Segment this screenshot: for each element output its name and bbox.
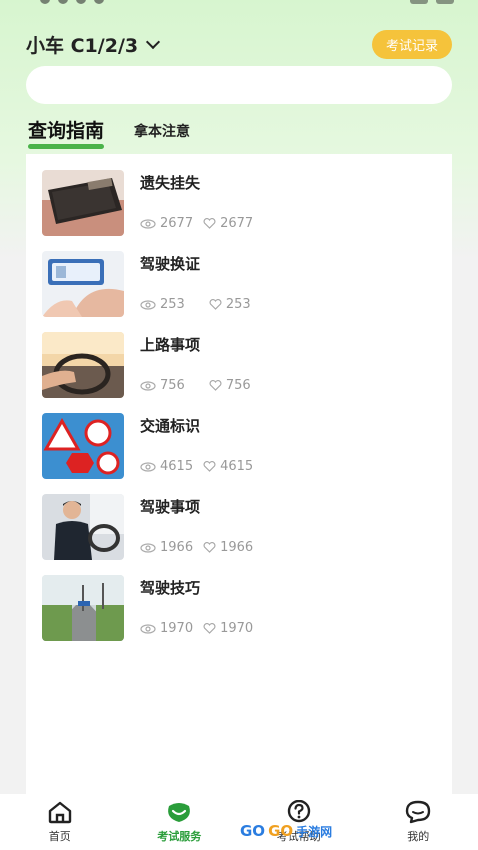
tab-home[interactable]: 首页	[0, 794, 120, 850]
watermark-go: GO	[268, 822, 294, 840]
heart-icon	[203, 461, 216, 472]
traffic-signs-photo	[42, 413, 124, 479]
like-count[interactable]: 756	[209, 378, 251, 393]
heart-icon	[203, 218, 216, 229]
wallet-photo	[42, 170, 124, 236]
smile-icon	[168, 803, 191, 822]
vehicle-selector[interactable]: 小车 C1/2/3	[26, 31, 161, 58]
header: 小车 C1/2/3 考试记录	[26, 28, 452, 60]
like-count-value: 4615	[220, 459, 254, 474]
watermark-logo: GO GO 手游网	[240, 822, 332, 840]
view-count: 756	[140, 378, 185, 393]
chevron-down-icon	[146, 34, 161, 49]
view-count-value: 253	[160, 297, 185, 312]
phone-card-photo	[42, 251, 124, 317]
view-count: 2677	[140, 216, 193, 231]
eye-icon	[140, 623, 156, 634]
status-bar	[0, 0, 478, 14]
tab-label: 首页	[48, 830, 71, 843]
view-count: 1970	[140, 621, 193, 636]
view-count: 4615	[140, 459, 193, 474]
tab-query-guide[interactable]: 查询指南	[28, 116, 105, 149]
list-item[interactable]: 驾驶换证 253 253	[42, 251, 442, 321]
tab-label: 查询指南	[28, 120, 105, 142]
tab-underline	[28, 144, 105, 149]
bottom-tab-bar: 首页 考试服务 考试帮助 我的	[0, 794, 478, 850]
help-icon	[287, 800, 310, 823]
heart-icon	[203, 623, 216, 634]
eye-icon	[140, 299, 156, 310]
driver-photo	[42, 494, 124, 560]
search-input[interactable]	[26, 66, 452, 104]
tab-mine[interactable]: 我的	[359, 794, 478, 850]
home-icon	[48, 801, 71, 824]
like-count-value: 2677	[220, 216, 254, 231]
view-count-value: 1970	[160, 621, 194, 636]
like-count-value: 756	[225, 378, 251, 393]
guide-list: 遗失挂失 2677 2677 驾驶换证 253 253 上路事项 756 756…	[26, 154, 452, 794]
like-count-value: 1966	[220, 540, 254, 555]
list-item[interactable]: 驾驶技巧 1970 1970	[42, 575, 442, 645]
eye-icon	[140, 380, 156, 391]
list-item[interactable]: 遗失挂失 2677 2677	[42, 170, 442, 240]
like-count-value: 1970	[220, 621, 254, 636]
tab-license-notes[interactable]: 拿本注意	[134, 121, 190, 147]
steering-wheel-photo	[42, 332, 124, 398]
tab-label: 拿本注意	[134, 124, 191, 140]
watermark-text: 手游网	[296, 824, 333, 839]
list-item[interactable]: 上路事项 756 756	[42, 332, 442, 402]
item-title: 上路事项	[140, 336, 201, 354]
eye-icon	[140, 461, 156, 472]
tab-bar-top: 查询指南 拿本注意	[28, 116, 190, 149]
view-count: 1966	[140, 540, 193, 555]
heart-icon	[203, 542, 216, 553]
view-count-value: 4615	[160, 459, 194, 474]
like-count[interactable]: 4615	[203, 459, 253, 474]
like-count-value: 253	[225, 297, 251, 312]
like-count[interactable]: 1966	[203, 540, 253, 555]
tab-label: 考试服务	[157, 830, 202, 843]
tab-label: 我的	[407, 830, 430, 843]
heart-icon	[209, 380, 222, 391]
watermark-go: GO	[240, 822, 266, 840]
item-title: 交通标识	[140, 417, 201, 435]
view-count: 253	[140, 297, 185, 312]
list-item[interactable]: 驾驶事项 1966 1966	[42, 494, 442, 564]
like-count[interactable]: 1970	[203, 621, 253, 636]
road-photo	[42, 575, 124, 641]
item-title: 驾驶技巧	[140, 579, 201, 597]
like-count[interactable]: 2677	[203, 216, 253, 231]
like-count[interactable]: 253	[209, 297, 251, 312]
eye-icon	[140, 218, 156, 229]
chat-face-icon	[406, 800, 431, 824]
heart-icon	[209, 299, 222, 310]
item-title: 遗失挂失	[140, 174, 201, 192]
view-count-value: 756	[160, 378, 185, 393]
item-title: 驾驶换证	[140, 255, 201, 273]
vehicle-label: 小车 C1/2/3	[26, 34, 139, 57]
view-count-value: 2677	[160, 216, 194, 231]
item-title: 驾驶事项	[140, 498, 201, 516]
tab-exam-service[interactable]: 考试服务	[120, 794, 240, 850]
exam-record-button[interactable]: 考试记录	[371, 29, 452, 59]
eye-icon	[140, 542, 156, 553]
list-item[interactable]: 交通标识 4615 4615	[42, 413, 442, 483]
view-count-value: 1966	[160, 540, 194, 555]
